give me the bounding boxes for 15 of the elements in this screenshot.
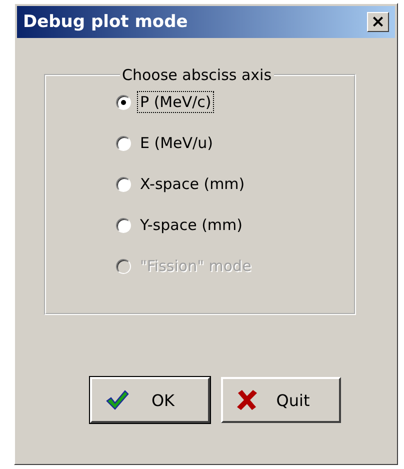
radio-button[interactable] (116, 218, 131, 232)
radio-button[interactable] (116, 176, 131, 192)
ok-button[interactable]: OK (90, 377, 210, 423)
radio-button[interactable] (116, 136, 131, 150)
radio-label[interactable]: X-space (mm) (137, 173, 248, 195)
close-button[interactable]: × (367, 12, 389, 32)
group-title: Choose absciss axis (121, 66, 273, 84)
radio-button[interactable] (116, 94, 131, 110)
cross-icon (235, 388, 259, 412)
checkmark-icon (104, 388, 130, 412)
window-title: Debug plot mode (23, 12, 188, 32)
radio-label[interactable]: P (MeV/c) (137, 91, 214, 113)
radio-label[interactable]: E (MeV/u) (137, 132, 216, 154)
radio-label[interactable]: Y-space (mm) (137, 214, 246, 236)
quit-button[interactable]: Quit (221, 377, 341, 423)
